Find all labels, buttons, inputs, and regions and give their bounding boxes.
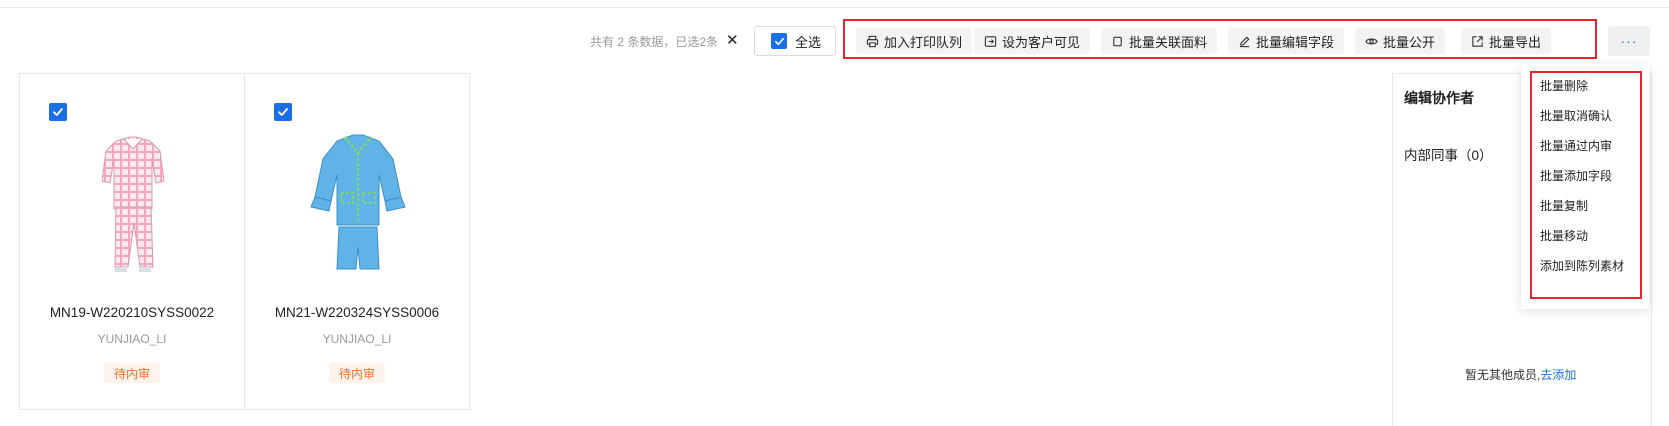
product-image-pink-plaid-pajama[interactable]: [72, 119, 192, 289]
status-badge: 待内审: [329, 363, 385, 383]
card-checkbox-checked-icon[interactable]: [49, 103, 67, 121]
empty-members-text: 暂无其他成员,: [1465, 368, 1541, 382]
export-icon: [1471, 35, 1484, 48]
product-card-grid: MN19-W220210SYSS0022 YUNJIAO_LI 待内审 MN21…: [19, 73, 470, 410]
eye-icon: [1365, 35, 1378, 48]
batch-export-label: 批量导出: [1489, 34, 1542, 50]
more-actions-button[interactable]: ···: [1608, 26, 1650, 56]
batch-link-fabric-label: 批量关联面料: [1129, 34, 1208, 50]
product-card[interactable]: MN19-W220210SYSS0022 YUNJIAO_LI 待内审: [20, 74, 244, 409]
status-badge: 待内审: [104, 363, 160, 383]
more-actions-dropdown: 批量删除 批量取消确认 批量通过内审 批量添加字段 批量复制 批量移动 添加到陈…: [1521, 64, 1649, 309]
product-owner: YUNJIAO_LI: [97, 332, 167, 346]
batch-link-fabric-button[interactable]: 批量关联面料: [1101, 28, 1218, 54]
internal-colleagues-label: 内部同事（0）: [1404, 148, 1493, 163]
batch-publish-label: 批量公开: [1383, 34, 1436, 50]
select-all-checkbox[interactable]: 全选: [754, 26, 836, 56]
batch-actions-highlight: 加入打印队列 设为客户可见 批量关联面料 批量编辑字段 批量公开 批量导出: [843, 19, 1597, 59]
batch-edit-fields-label: 批量编辑字段: [1256, 34, 1335, 50]
select-all-label: 全选: [795, 34, 822, 50]
card-checkbox-checked-icon[interactable]: [274, 103, 292, 121]
add-to-print-queue-label: 加入打印队列: [884, 34, 963, 50]
set-customer-visible-button[interactable]: 设为客户可见: [974, 28, 1091, 54]
printer-icon: [866, 35, 879, 48]
product-card[interactable]: MN21-W220324SYSS0006 YUNJIAO_LI 待内审: [244, 74, 468, 409]
selection-count-text: 共有 2 条数据，已选2条: [590, 34, 719, 49]
menu-item-batch-approve-internal[interactable]: 批量通过内审: [1540, 137, 1612, 154]
share-icon: [984, 35, 997, 48]
product-code: MN21-W220324SYSS0006: [274, 305, 440, 320]
top-divider: [0, 7, 1669, 8]
menu-item-add-to-display-assets[interactable]: 添加到陈列素材: [1540, 257, 1624, 274]
batch-export-button[interactable]: 批量导出: [1461, 28, 1552, 54]
menu-item-batch-delete[interactable]: 批量删除: [1540, 77, 1588, 94]
menu-item-batch-add-field[interactable]: 批量添加字段: [1540, 167, 1612, 184]
pencil-icon: [1238, 35, 1251, 48]
set-customer-visible-label: 设为客户可见: [1002, 34, 1081, 50]
batch-publish-button[interactable]: 批量公开: [1355, 28, 1446, 54]
selection-summary: 共有 2 条数据，已选2条 ✕: [590, 33, 739, 49]
add-to-print-queue-button[interactable]: 加入打印队列: [856, 28, 973, 54]
collaborators-empty-state: 暂无其他成员,去添加: [1465, 366, 1576, 383]
square-icon: [1111, 35, 1124, 48]
menu-item-batch-copy[interactable]: 批量复制: [1540, 197, 1588, 214]
collaborators-title: 编辑协作者: [1404, 90, 1474, 106]
product-code: MN19-W220210SYSS0022: [49, 305, 215, 320]
product-image-blue-pajama[interactable]: [297, 119, 417, 289]
batch-edit-fields-button[interactable]: 批量编辑字段: [1228, 28, 1345, 54]
menu-item-batch-move[interactable]: 批量移动: [1540, 227, 1588, 244]
checkbox-checked-icon: [771, 33, 787, 49]
product-owner: YUNJIAO_LI: [322, 332, 392, 346]
clear-selection-icon[interactable]: ✕: [726, 33, 739, 48]
add-collaborator-link[interactable]: 去添加: [1540, 368, 1576, 382]
menu-item-batch-unconfirm[interactable]: 批量取消确认: [1540, 107, 1612, 124]
